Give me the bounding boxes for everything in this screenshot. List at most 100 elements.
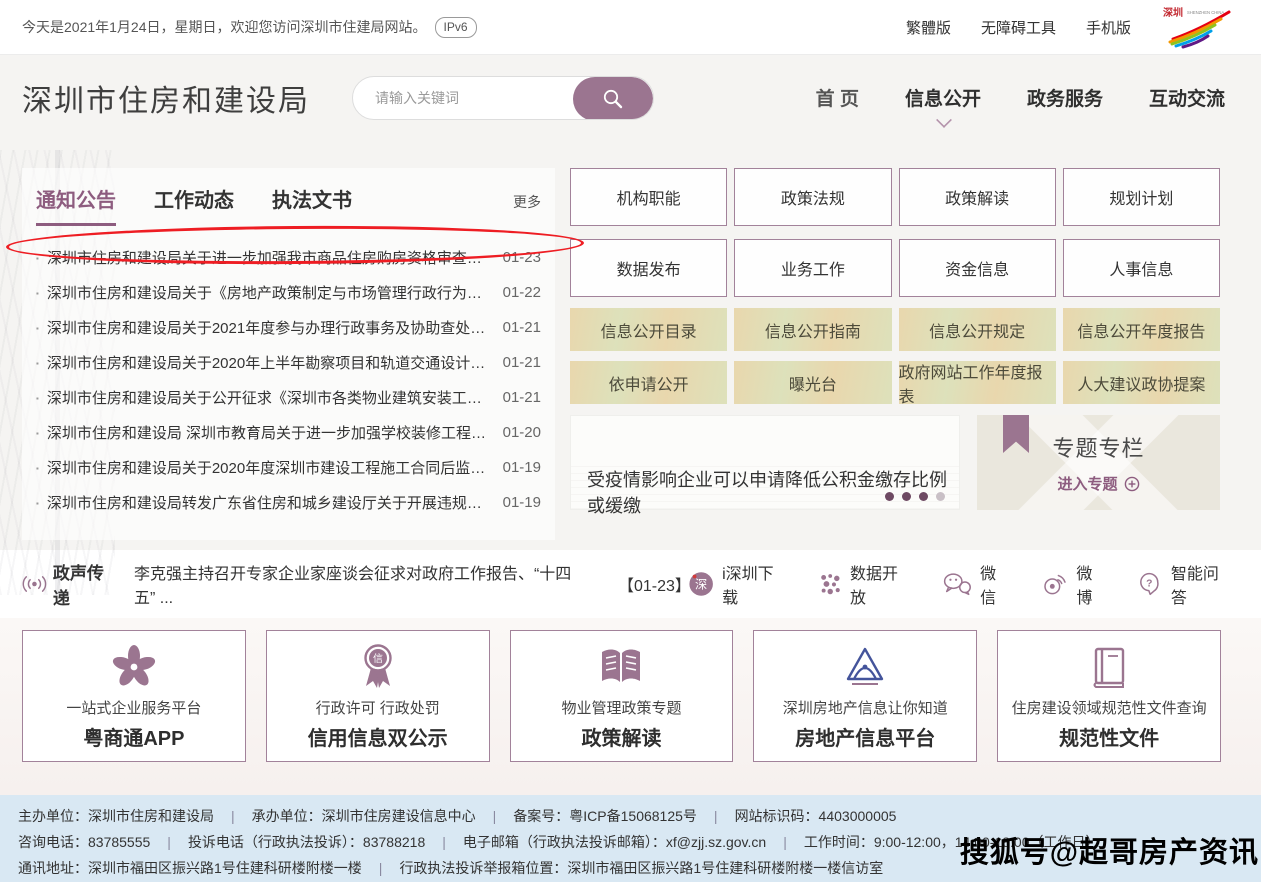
mobile-version-link[interactable]: 手机版 bbox=[1086, 17, 1131, 38]
news-date: 01-19 bbox=[503, 459, 541, 476]
search-input[interactable] bbox=[353, 77, 573, 119]
voice-headline[interactable]: 李克强主持召开专家企业家座谈会征求对政府工作报告、“十四五” ... bbox=[134, 560, 590, 608]
quicklink-box[interactable]: 人事信息 bbox=[1063, 239, 1220, 297]
yueshangtong-card[interactable]: 一站式企业服务平台 粤商通APP bbox=[22, 630, 246, 762]
quicklink-box[interactable]: 规划计划 bbox=[1063, 168, 1220, 226]
data-open-link[interactable]: 数据开放 bbox=[818, 560, 911, 608]
weibo-link[interactable]: 微博 bbox=[1042, 560, 1106, 608]
open-book-icon bbox=[596, 646, 646, 688]
enter-topics-link[interactable]: 进入专题 bbox=[1057, 473, 1139, 494]
special-topics-box[interactable]: 专题专栏 进入专题 bbox=[977, 415, 1220, 510]
mountain-logo-icon bbox=[840, 645, 890, 689]
site-header: 深圳市住房和建设局 首 页 信息公开 政务服务 互动交流 bbox=[0, 55, 1261, 140]
news-date: 01-21 bbox=[503, 354, 541, 371]
real-estate-platform-card[interactable]: 深圳房地产信息让你知道 房地产信息平台 bbox=[753, 630, 977, 762]
news-item[interactable]: 深圳市住房和建设局关于2020年度深圳市建设工程施工合同后监管... 01-19 bbox=[36, 450, 541, 485]
news-date: 01-22 bbox=[503, 284, 541, 301]
qa-icon: ? bbox=[1138, 571, 1162, 597]
flower-icon bbox=[111, 644, 157, 690]
nav-item[interactable]: 政务服务 bbox=[1027, 84, 1103, 111]
news-item[interactable]: 深圳市住房和建设局关于2021年度参与办理行政事务及协助查处建... 01-21 bbox=[36, 310, 541, 345]
svg-text:信: 信 bbox=[373, 653, 383, 665]
svg-text:深: 深 bbox=[695, 578, 707, 592]
more-link[interactable]: 更多 bbox=[513, 192, 541, 212]
normative-documents-card[interactable]: 住房建设领域规范性文件查询 规范性文件 bbox=[997, 630, 1221, 762]
quicklink-box[interactable]: 信息公开目录 bbox=[570, 308, 727, 351]
nav-item[interactable]: 首 页 bbox=[816, 84, 859, 111]
carousel-banner[interactable]: 受疫情影响企业可以申请降低公积金缴存比例或缓缴 bbox=[570, 415, 960, 510]
quicklink-box[interactable]: 机构职能 bbox=[570, 168, 727, 226]
shenzhen-city-logo: 深圳 SHENZHEN CHINA bbox=[1161, 5, 1233, 49]
medal-icon: 信 bbox=[355, 642, 401, 692]
footer-segment: 行政执法投诉举报箱位置：深圳市福田区振兴路1号住建科研楼附楼一楼信访室 bbox=[362, 860, 883, 876]
quicklink-box[interactable]: 依申请公开 bbox=[570, 361, 727, 404]
carousel-dots bbox=[885, 492, 945, 501]
footer-segment: 备案号：粤ICP备15068125号 bbox=[476, 808, 697, 824]
ishenzhen-badge-icon: 深 bbox=[688, 570, 714, 598]
nav-item[interactable]: 互动交流 bbox=[1149, 84, 1225, 111]
quicklink-box[interactable]: 政策解读 bbox=[899, 168, 1056, 226]
carousel-dot[interactable] bbox=[936, 492, 945, 501]
news-date: 01-21 bbox=[503, 319, 541, 336]
svg-text:?: ? bbox=[1147, 578, 1153, 589]
policy-interpretation-card[interactable]: 物业管理政策专题 政策解读 bbox=[510, 630, 734, 762]
traditional-chinese-link[interactable]: 繁體版 bbox=[906, 17, 951, 38]
search-button[interactable] bbox=[573, 77, 653, 120]
banner-row: 受疫情影响企业可以申请降低公积金缴存比例或缓缴 bbox=[570, 415, 1220, 510]
book-icon bbox=[1087, 644, 1131, 690]
quicklink-box[interactable]: 政策法规 bbox=[734, 168, 891, 226]
promo-cards: 一站式企业服务平台 粤商通APP 信 行政许可 行政处罚 信用信息双公示 bbox=[0, 618, 1261, 795]
news-tab[interactable]: 执法文书 bbox=[272, 184, 352, 226]
svg-text:SHENZHEN CHINA: SHENZHEN CHINA bbox=[1187, 10, 1224, 15]
quicklinks-grid-colored: 信息公开目录 信息公开指南 信息公开规定 信息公开年度报告 依申请公开 曝光台 … bbox=[570, 308, 1220, 404]
footer-segment: 投诉电话（行政执法投诉）：83788218 bbox=[150, 834, 425, 850]
carousel-dot[interactable] bbox=[885, 492, 894, 501]
special-topics-title: 专题专栏 bbox=[1052, 431, 1144, 463]
topbar-links: 繁體版 无障碍工具 手机版 深圳 SHENZHEN CHINA bbox=[906, 5, 1233, 49]
voice-date: 【01-23】 bbox=[618, 572, 688, 596]
carousel-dot[interactable] bbox=[919, 492, 928, 501]
main-content: 通知公告 工作动态 执法文书 更多 深圳市住房和建设局关于进一步加强我市商品住房… bbox=[0, 140, 1261, 550]
news-panel: 通知公告 工作动态 执法文书 更多 深圳市住房和建设局关于进一步加强我市商品住房… bbox=[22, 168, 555, 540]
news-item[interactable]: 深圳市住房和建设局关于《房地产政策制定与市场管理行政行为规... 01-22 bbox=[36, 275, 541, 310]
news-item[interactable]: 深圳市住房和建设局 深圳市教育局关于进一步加强学校装修工程质... 01-20 bbox=[36, 415, 541, 450]
news-item[interactable]: 深圳市住房和建设局关于公开征求《深圳市各类物业建筑安装工程... 01-21 bbox=[36, 380, 541, 415]
news-tab[interactable]: 通知公告 bbox=[36, 184, 116, 226]
quicklink-box[interactable]: 人大建议政协提案 bbox=[1063, 361, 1220, 404]
search-icon bbox=[601, 87, 625, 111]
bookmark-icon bbox=[1003, 415, 1029, 453]
voice-news-strip: 政声传递 李克强主持召开专家企业家座谈会征求对政府工作报告、“十四五” ... … bbox=[0, 550, 1261, 618]
credit-info-card[interactable]: 信 行政许可 行政处罚 信用信息双公示 bbox=[266, 630, 490, 762]
ishenzhen-download-link[interactable]: 深 i深圳下载 bbox=[688, 560, 786, 608]
footer-segment: 咨询电话：83785555 bbox=[18, 834, 150, 850]
quicklinks-grid-plain: 机构职能 政策法规 政策解读 规划计划 数据发布 业务工作 资金信息 人事信息 bbox=[570, 168, 1220, 297]
news-date: 01-21 bbox=[503, 389, 541, 406]
quicklink-box[interactable]: 信息公开年度报告 bbox=[1063, 308, 1220, 351]
data-open-icon bbox=[818, 571, 842, 597]
quicklink-box[interactable]: 业务工作 bbox=[734, 239, 891, 297]
quicklink-box[interactable]: 曝光台 bbox=[734, 361, 891, 404]
news-tab[interactable]: 工作动态 bbox=[154, 184, 234, 226]
quicklink-box[interactable]: 信息公开指南 bbox=[734, 308, 891, 351]
quicklink-box[interactable]: 数据发布 bbox=[570, 239, 727, 297]
news-item[interactable]: 深圳市住房和建设局关于2020年上半年勘察项目和轨道交通设计项... 01-21 bbox=[36, 345, 541, 380]
ipv6-badge[interactable]: IPv6 bbox=[435, 17, 477, 38]
quicklink-box[interactable]: 资金信息 bbox=[899, 239, 1056, 297]
weibo-icon bbox=[1042, 571, 1068, 597]
quicklink-box[interactable]: 政府网站工作年度报表 bbox=[899, 361, 1056, 404]
broadcast-icon bbox=[22, 574, 47, 594]
news-item[interactable]: 深圳市住房和建设局关于进一步加强我市商品住房购房资格审查和... 01-23 bbox=[36, 240, 541, 275]
carousel-dot[interactable] bbox=[902, 492, 911, 501]
main-navigation: 首 页 信息公开 政务服务 互动交流 bbox=[770, 84, 1225, 111]
search-box bbox=[352, 76, 654, 120]
footer-segment: 主办单位：深圳市住房和建设局 bbox=[18, 808, 214, 824]
smart-qa-link[interactable]: ? 智能问答 bbox=[1138, 560, 1231, 608]
news-item[interactable]: 深圳市住房和建设局转发广东省住房和城乡建设厅关于开展违规海... 01-19 bbox=[36, 485, 541, 520]
top-bar: 今天是2021年1月24日，星期日，欢迎您访问深圳市住建局网站。 IPv6 繁體… bbox=[0, 0, 1261, 55]
quicklink-box[interactable]: 信息公开规定 bbox=[899, 308, 1056, 351]
accessibility-link[interactable]: 无障碍工具 bbox=[981, 17, 1056, 38]
plus-circle-icon bbox=[1124, 476, 1140, 492]
footer-segment: 通讯地址：深圳市福田区振兴路1号住建科研楼附楼一楼 bbox=[18, 860, 362, 876]
nav-item[interactable]: 信息公开 bbox=[905, 84, 981, 111]
wechat-link[interactable]: 微信 bbox=[942, 560, 1010, 608]
